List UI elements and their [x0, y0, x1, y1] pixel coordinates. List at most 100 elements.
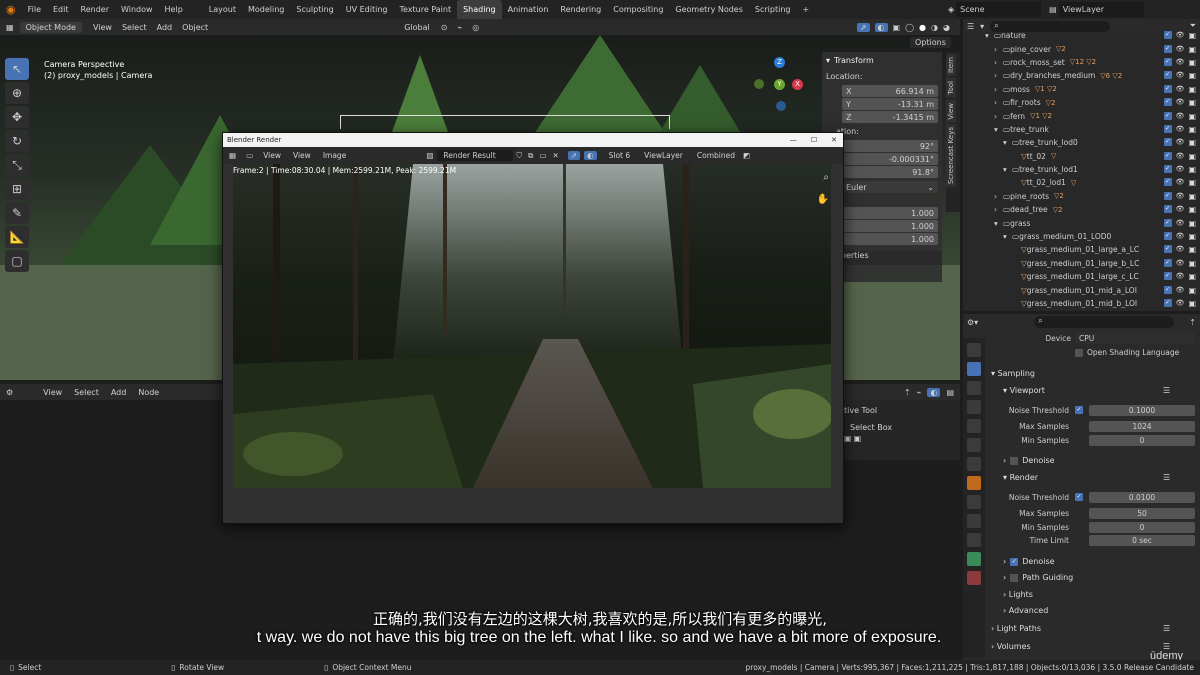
node-editor-type-icon[interactable]: ⚙ — [0, 388, 19, 397]
cursor-tool-icon[interactable]: ⊕ — [5, 82, 29, 104]
outliner-item-name[interactable]: fir_roots — [1010, 98, 1041, 107]
navigation-gizmo[interactable]: Z X Y — [752, 55, 808, 111]
device-select[interactable]: CPU — [1075, 333, 1195, 344]
wireframe-shading-icon[interactable]: ◯ — [905, 23, 914, 32]
world-tab-icon[interactable] — [967, 438, 981, 452]
vp-menu-add[interactable]: Add — [152, 23, 178, 32]
outliner-row[interactable]: ▽ tt_02_lod1 ▽ ✓ 👁 ▣ — [963, 176, 1200, 189]
include-checkbox[interactable]: ✓ — [1163, 299, 1172, 307]
properties-search-input[interactable]: ⌕ — [1034, 316, 1175, 328]
pan-hand-icon[interactable]: ✋ — [817, 194, 829, 205]
tab-rendering[interactable]: Rendering — [554, 0, 607, 19]
orientation-select[interactable]: Global — [398, 23, 436, 32]
path-guiding-row[interactable]: › Path Guiding — [1003, 573, 1073, 582]
render-camera-icon[interactable]: ▣ — [1188, 85, 1196, 94]
outliner-row[interactable]: › ▭ rock_moss_set ▽12 ▽2 ✓ 👁 ▣ — [963, 56, 1200, 69]
outliner-item-name[interactable]: grass_medium_01_large_b_LC — [1027, 259, 1140, 268]
outliner-row[interactable]: › ▭ pine_cover ▽2 ✓ 👁 ▣ — [963, 42, 1200, 55]
outliner-row[interactable]: › ▭ fir_roots ▽2 ✓ 👁 ▣ — [963, 96, 1200, 109]
particles-tab-icon[interactable] — [967, 514, 981, 528]
include-checkbox[interactable]: ✓ — [1163, 84, 1172, 93]
visibility-eye-icon[interactable]: 👁 — [1176, 98, 1185, 107]
properties-pin-icon[interactable]: ⇡ — [1189, 318, 1196, 327]
view-layer-tab-icon[interactable] — [967, 400, 981, 414]
outliner-row[interactable]: ▾ ▭ grass_medium_01_LOD0 ✓ 👁 ▣ — [963, 230, 1200, 243]
visibility-eye-icon[interactable]: 👁 — [1176, 259, 1185, 268]
expand-arrow-icon[interactable]: ▾ — [994, 219, 1003, 228]
include-checkbox[interactable]: ✓ — [1163, 31, 1172, 40]
visibility-eye-icon[interactable]: 👁 — [1176, 45, 1185, 54]
node-sidebar-icon[interactable]: ▤ — [946, 388, 954, 397]
scale-tool-icon[interactable]: ⤡ — [5, 154, 29, 176]
include-checkbox[interactable]: ✓ — [1163, 258, 1172, 267]
expand-arrow-icon[interactable]: › — [994, 98, 1003, 107]
node-menu-node[interactable]: Node — [132, 388, 165, 397]
annotate-tool-icon[interactable]: ✎ — [5, 202, 29, 224]
render-camera-icon[interactable]: ▣ — [1188, 299, 1196, 308]
visibility-eye-icon[interactable]: 👁 — [1176, 125, 1185, 134]
tab-sculpting[interactable]: Sculpting — [290, 0, 339, 19]
render-camera-icon[interactable]: ▣ — [1188, 219, 1196, 228]
include-checkbox[interactable]: ✓ — [1163, 151, 1172, 160]
tab-uv-editing[interactable]: UV Editing — [340, 0, 394, 19]
outliner-item-name[interactable]: pine_cover — [1010, 45, 1051, 54]
select-tool-icon[interactable]: ↖ — [5, 58, 29, 80]
physics-tab-icon[interactable] — [967, 533, 981, 547]
display-channels-icon[interactable]: ◩ — [743, 151, 750, 160]
render-camera-icon[interactable]: ▣ — [1188, 192, 1196, 201]
render-pass-select[interactable]: Combined — [693, 151, 739, 160]
visibility-icon[interactable]: ⇗ — [856, 22, 870, 32]
outliner-item-name[interactable]: grass_medium_01_large_a_LC — [1027, 245, 1139, 254]
outliner-item-name[interactable]: dead_tree — [1010, 205, 1048, 214]
minimize-icon[interactable]: — — [790, 136, 797, 144]
rotation-x-field[interactable]: 92° — [842, 140, 938, 152]
outliner-item-name[interactable]: rock_moss_set — [1010, 58, 1065, 67]
visibility-eye-icon[interactable]: 👁 — [1176, 245, 1185, 254]
viewport-subheader[interactable]: ▾ Viewport — [1003, 386, 1045, 395]
object-tab-icon[interactable] — [967, 476, 981, 490]
folder-icon[interactable]: ▭ — [536, 151, 549, 160]
render-camera-icon[interactable]: ▣ — [1188, 152, 1196, 161]
transform-header[interactable]: ▾ Transform — [822, 52, 942, 68]
image-name-field[interactable]: Render Result — [437, 150, 514, 161]
expand-arrow-icon[interactable]: › — [994, 45, 1003, 54]
outliner-item-name[interactable]: nature — [1001, 31, 1026, 40]
r-noise-field[interactable]: 0.0100 — [1089, 492, 1195, 503]
tab-modeling[interactable]: Modeling — [242, 0, 290, 19]
tab-animation[interactable]: Animation — [502, 0, 555, 19]
path-guiding-checkbox[interactable] — [1010, 573, 1019, 582]
image-editor-type-icon[interactable]: ▦ — [223, 151, 242, 160]
snap-node-icon[interactable]: ⌁ — [917, 388, 922, 397]
outliner-row[interactable]: ▽ grass_medium_01_mid_a_LOI ✓ 👁 ▣ — [963, 283, 1200, 296]
render-camera-icon[interactable]: ▣ — [1188, 45, 1196, 54]
outliner-row[interactable]: › ▭ fern ▽1 ▽2 ✓ 👁 ▣ — [963, 109, 1200, 122]
node-menu-add[interactable]: Add — [105, 388, 133, 397]
rotation-z-field[interactable]: 91.8° — [842, 166, 938, 178]
visibility-eye-icon[interactable]: 👁 — [1176, 165, 1185, 174]
overlay-toggle-icon[interactable]: ◐ — [584, 151, 597, 160]
include-checkbox[interactable]: ✓ — [1163, 285, 1172, 294]
xray-icon[interactable]: ▣ — [893, 23, 901, 32]
mode-select[interactable]: Object Mode — [19, 21, 82, 33]
overlay-icon[interactable]: ◐ — [874, 22, 888, 32]
gizmo-y-icon[interactable]: Y — [774, 79, 785, 90]
vp-noise-field[interactable]: 0.1000 — [1089, 405, 1195, 416]
outliner-row[interactable]: › ▭ moss ▽1 ▽2 ✓ 👁 ▣ — [963, 83, 1200, 96]
visibility-eye-icon[interactable]: 👁 — [1176, 71, 1185, 80]
tab-shading[interactable]: Shading — [457, 0, 502, 19]
visibility-eye-icon[interactable]: 👁 — [1176, 232, 1185, 241]
location-y-field[interactable]: Y -13.31 m — [842, 98, 938, 110]
include-checkbox[interactable]: ✓ — [1163, 178, 1172, 187]
vp-menu-object[interactable]: Object — [177, 23, 213, 32]
outliner-item-name[interactable]: grass — [1010, 219, 1030, 228]
image-mode-icon[interactable]: ▭ — [242, 151, 257, 160]
expand-arrow-icon[interactable]: › — [994, 112, 1003, 121]
close-image-icon[interactable]: ✕ — [549, 151, 561, 160]
vp-noise-checkbox[interactable]: ✓ — [1075, 406, 1083, 414]
slot-select[interactable]: Slot 6 — [605, 151, 635, 160]
proportional-icon[interactable]: ◎ — [467, 23, 484, 32]
expand-arrow-icon[interactable]: ▾ — [1003, 165, 1012, 174]
vp-min-field[interactable]: 0 — [1089, 435, 1195, 446]
r-denoise-row[interactable]: › ✓ Denoise — [1003, 557, 1055, 566]
node-menu-select[interactable]: Select — [68, 388, 105, 397]
